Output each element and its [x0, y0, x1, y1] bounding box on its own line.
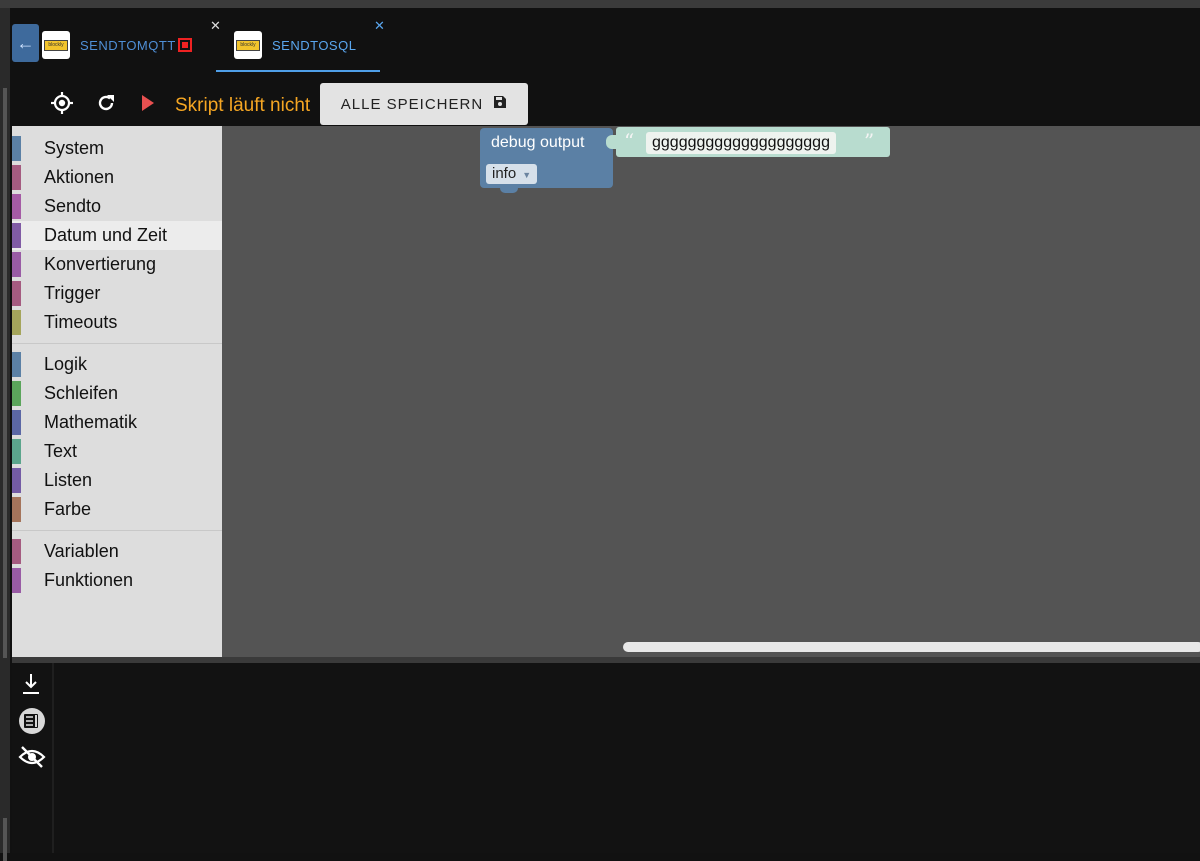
workspace-horizontal-scrollbar[interactable]	[623, 642, 1200, 652]
toolbox-group-ioBroker: System Aktionen Sendto Datum und Zeit Konver…	[12, 134, 222, 337]
blockly-logo-icon: blockly	[42, 31, 70, 59]
eye-off-icon[interactable]	[18, 745, 46, 774]
blockly-logo-icon: blockly	[234, 31, 262, 59]
category-label: Timeouts	[44, 312, 118, 332]
caret-down-icon: ▼	[522, 170, 532, 180]
debug-output-block[interactable]: debug output info ▼	[480, 128, 613, 188]
category-color-swatch	[12, 439, 21, 464]
category-color-swatch	[12, 539, 21, 564]
text-block[interactable]: “ gggggggggggggggggggg ”	[616, 127, 890, 157]
script-tabs-bar: ← blockly SENDTOMQTT ✕ blockly SENDTOSQL…	[10, 8, 1200, 80]
log-list-icon[interactable]	[18, 707, 46, 740]
category-label: Listen	[44, 470, 93, 490]
toolbox-category-mathematik[interactable]: Mathematik	[12, 408, 222, 437]
save-all-button[interactable]: ALLE SPEICHERN	[320, 83, 528, 125]
toolbox-category-funktionen[interactable]: Funktionen	[12, 566, 222, 595]
toolbox-category-aktionen[interactable]: Aktionen	[12, 163, 222, 192]
toolbox-category-trigger[interactable]: Trigger	[12, 279, 222, 308]
toolbox-category-logik[interactable]: Logik	[12, 350, 222, 379]
toolbox-category-schleifen[interactable]: Schleifen	[12, 379, 222, 408]
category-label: Datum und Zeit	[44, 225, 168, 245]
category-label: Farbe	[44, 499, 92, 519]
restart-icon[interactable]	[94, 91, 118, 120]
category-color-swatch	[12, 310, 21, 335]
back-button[interactable]: ←	[12, 24, 39, 62]
category-label: Variablen	[44, 541, 119, 561]
category-label: Trigger	[44, 283, 101, 303]
play-icon[interactable]	[140, 93, 156, 118]
category-label: Mathematik	[44, 412, 138, 432]
script-running-icon	[177, 38, 192, 52]
close-quote-icon: ”	[864, 129, 875, 153]
save-all-label: ALLE SPEICHERN	[340, 95, 484, 113]
category-label: Aktionen	[44, 167, 115, 187]
category-color-swatch	[12, 410, 21, 435]
category-color-swatch	[12, 136, 21, 161]
active-tab-indicator	[216, 70, 380, 72]
toolbox-category-text[interactable]: Text	[12, 437, 222, 466]
debug-level-dropdown[interactable]: info ▼	[486, 164, 538, 184]
editor-toolbar: Skript läuft nicht ALLE SPEICHERN	[10, 80, 1200, 126]
debug-output-title: debug output	[491, 134, 585, 151]
category-label: Logik	[44, 354, 88, 374]
toolbox-category-sendto[interactable]: Sendto	[12, 192, 222, 221]
category-color-swatch	[12, 223, 21, 248]
category-color-swatch	[12, 165, 21, 190]
tab-sendtomqtt[interactable]: blockly SENDTOMQTT ✕	[42, 18, 221, 72]
category-label: Sendto	[44, 196, 102, 216]
text-value-field[interactable]: gggggggggggggggggggg	[646, 132, 836, 154]
category-label: Konvertierung	[44, 254, 157, 274]
category-label: Funktionen	[44, 570, 134, 590]
left-scrollbar[interactable]	[0, 8, 10, 861]
category-color-swatch	[12, 281, 21, 306]
category-color-swatch	[12, 194, 21, 219]
toolbox-separator	[12, 343, 222, 344]
toolbox-separator	[12, 530, 222, 531]
floppy-disk-icon	[493, 95, 507, 113]
arrow-left-icon: ←	[16, 32, 35, 53]
toolbox-group-custom: Variablen Funktionen	[12, 537, 222, 595]
toolbox-category-timeouts[interactable]: Timeouts	[12, 308, 222, 337]
script-status-text: Skript läuft nicht	[175, 95, 311, 116]
open-quote-icon: “	[624, 129, 635, 153]
tab-label: SENDTOMQTT	[80, 37, 176, 53]
left-scrollbar-thumb-lower[interactable]	[3, 818, 7, 861]
category-color-swatch	[12, 497, 21, 522]
category-color-swatch	[12, 468, 21, 493]
category-color-swatch	[12, 252, 21, 277]
block-connector-tab	[500, 188, 518, 193]
crosshair-icon[interactable]	[50, 91, 74, 120]
window-top-bar	[0, 0, 1200, 8]
left-scrollbar-thumb[interactable]	[3, 88, 7, 658]
tab-sendtosql[interactable]: blockly SENDTOSQL ✕	[234, 18, 385, 72]
close-tab-icon[interactable]: ✕	[210, 18, 221, 34]
category-label: Schleifen	[44, 383, 119, 403]
toolbox-category-farbe[interactable]: Farbe	[12, 495, 222, 524]
category-color-swatch	[12, 352, 21, 377]
blockly-workspace[interactable]: System Aktionen Sendto Datum und Zeit Konver…	[12, 126, 1200, 657]
toolbox-category-datum-und-zeit[interactable]: Datum und Zeit	[12, 221, 222, 250]
category-color-swatch	[12, 381, 21, 406]
category-label: System	[44, 138, 105, 158]
log-panel	[12, 663, 1200, 853]
toolbox-category-konvertierung[interactable]: Konvertierung	[12, 250, 222, 279]
log-panel-sidebar	[12, 663, 54, 853]
toolbox-category-variablen[interactable]: Variablen	[12, 537, 222, 566]
close-tab-icon[interactable]: ✕	[374, 18, 385, 34]
toolbox-category-system[interactable]: System	[12, 134, 222, 163]
blockly-toolbox: System Aktionen Sendto Datum und Zeit Konver…	[12, 126, 222, 657]
category-color-swatch	[12, 568, 21, 593]
toolbox-group-standard: Logik Schleifen Mathematik Text Listen Farbe	[12, 350, 222, 524]
tab-label: SENDTOSQL	[272, 37, 357, 53]
category-label: Text	[44, 441, 78, 461]
download-icon[interactable]	[18, 671, 44, 702]
toolbox-category-listen[interactable]: Listen	[12, 466, 222, 495]
